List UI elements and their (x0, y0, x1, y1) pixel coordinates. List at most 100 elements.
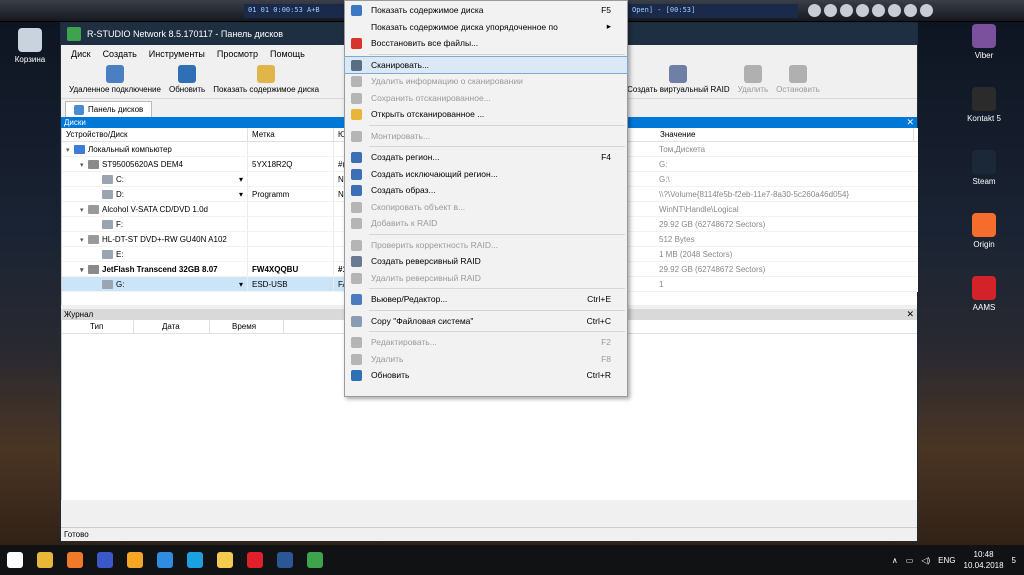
column-label[interactable]: Метка (248, 128, 334, 141)
taskbar-app[interactable] (120, 545, 150, 575)
taskbar-app[interactable] (180, 545, 210, 575)
disk-label-cell: 5YX18R2Q (248, 157, 334, 171)
expand-caret-icon[interactable]: ▾ (66, 143, 74, 156)
menu-item-label: Создать образ... (371, 185, 436, 196)
taskbar-app[interactable] (0, 545, 30, 575)
clock[interactable]: 10:48 10.04.2018 (964, 549, 1004, 571)
recover-icon (351, 38, 362, 49)
context-menu-item[interactable]: Удалить информацию о сканировании (345, 73, 627, 90)
menu-item-label: Добавить к RAID (371, 218, 438, 229)
close-icon[interactable]: ✕ (906, 117, 914, 128)
context-menu-item[interactable]: Показать содержимое диска упорядоченное … (345, 19, 627, 36)
menu-separator (369, 124, 625, 126)
column-date[interactable]: Дата (134, 320, 210, 333)
menu-item[interactable]: Просмотр (211, 49, 264, 59)
network-icon[interactable]: ▭ (906, 556, 914, 565)
column-type[interactable]: Тип (62, 320, 134, 333)
expand-caret-icon[interactable]: ▾ (80, 233, 88, 246)
context-menu-item[interactable]: Скопировать объект в... (345, 199, 627, 216)
disk-label-cell (248, 172, 334, 186)
menu-item[interactable]: Инструменты (143, 49, 211, 59)
context-menu-item[interactable]: Монтировать... (345, 128, 627, 145)
chevron-down-icon[interactable]: ▾ (239, 172, 243, 186)
context-menu-item[interactable]: Copy "Файловая система" Ctrl+C (345, 313, 627, 330)
expand-caret-icon[interactable]: ▾ (80, 158, 88, 171)
desktop-shortcut[interactable]: Kontakt 5 (956, 87, 1012, 123)
volume-icon[interactable]: ◁) (921, 556, 930, 565)
context-menu-item[interactable]: Редактировать... F2 (345, 334, 627, 351)
hex-editor-icon (351, 294, 362, 305)
desktop-shortcut[interactable]: Steam (956, 150, 1012, 186)
reverse-raid-icon (351, 256, 362, 267)
context-menu-item[interactable]: Показать содержимое диска F5 (345, 2, 627, 19)
chevron-up-icon[interactable]: ∧ (892, 556, 898, 565)
menu-item-label: Copy "Файловая система" (371, 315, 474, 326)
opera-icon (247, 552, 263, 568)
toolbar-button[interactable]: Удалить (734, 63, 773, 96)
expand-caret-icon[interactable]: ▾ (80, 263, 88, 276)
tab-disk-panel[interactable]: Панель дисков (65, 101, 153, 117)
context-menu-item[interactable]: Добавить к RAID (345, 215, 627, 232)
taskbar-app[interactable] (270, 545, 300, 575)
prev-icon[interactable] (808, 4, 821, 17)
desktop-shortcut[interactable]: Viber (956, 24, 1012, 60)
taskbar-app[interactable] (60, 545, 90, 575)
folder-view-icon (351, 5, 362, 16)
context-menu-item[interactable]: Сканировать... (344, 55, 628, 74)
context-menu-item[interactable]: Создать регион... F4 (345, 149, 627, 166)
forward-icon[interactable] (888, 4, 901, 17)
desktop-icon-label: Origin (973, 240, 995, 249)
app-shortcut-icon (972, 24, 996, 48)
context-menu-item[interactable]: Обновить Ctrl+R (345, 367, 627, 384)
expand-caret-icon[interactable]: ▾ (80, 203, 88, 216)
toolbar-button[interactable]: Остановить (772, 63, 824, 96)
play-icon[interactable] (840, 4, 853, 17)
chevron-down-icon[interactable]: ▾ (239, 187, 243, 201)
toolbar-button-label: Удаленное подключение (69, 85, 161, 94)
taskbar-app[interactable] (210, 545, 240, 575)
column-value[interactable]: Значение (656, 128, 914, 141)
pause-icon[interactable] (856, 4, 869, 17)
stop-icon[interactable] (872, 4, 885, 17)
column-device[interactable]: Устройство/Диск (62, 128, 248, 141)
taskbar-app[interactable] (300, 545, 330, 575)
player-controls[interactable] (808, 4, 933, 17)
context-menu-item[interactable]: Создать исключающий регион... (345, 166, 627, 183)
context-menu-item[interactable]: Вьювер/Редактор... Ctrl+E (345, 291, 627, 308)
context-menu-item[interactable]: Открыть отсканированное ... (345, 106, 627, 123)
clock-date: 10.04.2018 (963, 561, 1004, 570)
taskbar-app[interactable] (90, 545, 120, 575)
chevron-down-icon[interactable]: ▾ (239, 277, 243, 291)
context-menu-item[interactable]: Создать реверсивный RAID (345, 253, 627, 270)
menu-item[interactable]: Помощь (264, 49, 311, 59)
desktop-shortcut[interactable]: Origin (956, 213, 1012, 249)
taskbar-app[interactable] (150, 545, 180, 575)
app-shortcut-icon (972, 276, 996, 300)
menu-item[interactable]: Создать (97, 49, 143, 59)
eject-icon[interactable] (920, 4, 933, 17)
toolbar-button[interactable]: Обновить (165, 63, 209, 96)
menu-item-shortcut: F8 (601, 353, 611, 364)
language-indicator[interactable]: ENG (938, 556, 955, 565)
menu-item[interactable]: Диск (65, 49, 97, 59)
close-icon[interactable]: ✕ (906, 309, 914, 320)
next-icon[interactable] (904, 4, 917, 17)
desktop-shortcut[interactable]: AAMS (956, 276, 1012, 312)
rewind-icon[interactable] (824, 4, 837, 17)
context-menu-item[interactable]: Создать образ... (345, 182, 627, 199)
folder-icon (257, 65, 276, 83)
context-menu-item[interactable]: Проверить корректность RAID... (345, 237, 627, 254)
desktop-recycle-bin[interactable]: Корзина (2, 28, 58, 64)
toolbar-button[interactable]: Создать виртуальный RAID (623, 63, 734, 96)
toolbar-button[interactable]: Показать содержимое диска (209, 63, 323, 96)
toolbar-button[interactable]: Удаленное подключение (65, 63, 165, 96)
notification-icon[interactable]: 5 (1012, 556, 1016, 565)
context-menu-item[interactable]: Восстановить все файлы... (345, 35, 627, 52)
menu-item-label: Сохранить отсканированное... (371, 92, 491, 103)
taskbar-app[interactable] (240, 545, 270, 575)
context-menu-item[interactable]: Сохранить отсканированное... (345, 90, 627, 107)
column-time[interactable]: Время (210, 320, 284, 333)
context-menu-item[interactable]: Удалить F8 (345, 351, 627, 368)
context-menu-item[interactable]: Удалить реверсивный RAID (345, 270, 627, 287)
taskbar-app[interactable] (30, 545, 60, 575)
